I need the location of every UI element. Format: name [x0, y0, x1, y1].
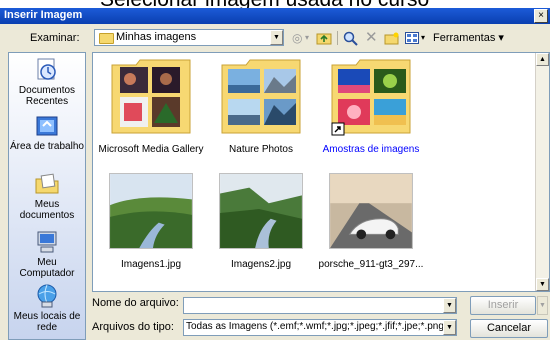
- image-item[interactable]: porsche_911-gt3_297...: [316, 171, 426, 271]
- vertical-scrollbar[interactable]: ▲ ▼: [535, 53, 549, 291]
- my-documents-icon: [35, 173, 59, 194]
- image-item[interactable]: Imagens2.jpg: [206, 171, 316, 271]
- my-computer-icon: [37, 231, 57, 253]
- place-network[interactable]: Meus locais de rede: [9, 283, 85, 333]
- scroll-down-icon[interactable]: ▼: [536, 278, 549, 291]
- folder-icon: [111, 59, 191, 134]
- folder-icon: [331, 59, 411, 136]
- new-folder-icon[interactable]: [384, 29, 400, 47]
- item-label: Imagens1.jpg: [120, 259, 182, 270]
- folder-shortcut-item[interactable]: Amostras de imagens: [316, 57, 426, 157]
- recent-documents-icon: [37, 58, 56, 80]
- place-recent-documents[interactable]: Documentos Recentes: [9, 57, 85, 107]
- lookin-label: Examinar:: [30, 32, 80, 44]
- tools-menu[interactable]: Ferramentas ▾: [433, 29, 504, 47]
- place-label: Área de trabalho: [10, 141, 84, 152]
- folder-item[interactable]: Microsoft Media Gallery: [96, 57, 206, 157]
- place-label: Meus documentos: [19, 199, 75, 221]
- item-label: Microsoft Media Gallery: [98, 144, 204, 155]
- places-bar: Documentos Recentes Área de trabalho Meu…: [8, 52, 86, 340]
- image-thumbnail: [219, 173, 303, 249]
- search-web-icon[interactable]: [343, 29, 358, 47]
- title-bar[interactable]: Inserir Imagem ×: [0, 8, 550, 24]
- chevron-down-icon[interactable]: ▼: [270, 30, 283, 45]
- close-button[interactable]: ×: [534, 9, 548, 23]
- lookin-dropdown[interactable]: Minhas imagens ▼: [94, 29, 284, 46]
- filename-field[interactable]: ▼: [183, 297, 457, 314]
- insert-button[interactable]: Inserir: [470, 296, 536, 315]
- insert-image-dialog: Examinar: Minhas imagens ▼ ◎ ▾ ✕ ▾ Ferra…: [0, 24, 550, 340]
- lookin-value: Minhas imagens: [116, 31, 197, 43]
- delete-icon[interactable]: ✕: [365, 29, 378, 47]
- up-folder-icon[interactable]: [316, 29, 332, 47]
- place-desktop[interactable]: Área de trabalho: [9, 113, 85, 152]
- cancel-button[interactable]: Cancelar: [470, 319, 548, 338]
- image-item[interactable]: Imagens1.jpg: [96, 171, 206, 271]
- place-label: Documentos Recentes: [18, 85, 76, 107]
- chevron-down-icon[interactable]: ▾: [305, 29, 309, 47]
- scroll-up-icon[interactable]: ▲: [536, 53, 549, 66]
- place-label: Meu Computador: [19, 257, 75, 279]
- place-my-documents[interactable]: Meus documentos: [9, 171, 85, 221]
- filetype-label: Arquivos do tipo:: [92, 321, 174, 333]
- filetype-dropdown[interactable]: Todas as Imagens (*.emf;*.wmf;*.jpg;*.jp…: [183, 319, 457, 336]
- window-title: Inserir Imagem: [4, 9, 83, 21]
- insert-options-chevron-icon[interactable]: ▼: [537, 296, 548, 315]
- item-label: Nature Photos: [229, 144, 293, 155]
- folder-item[interactable]: Nature Photos: [206, 57, 316, 157]
- chevron-down-icon[interactable]: ▼: [443, 298, 456, 313]
- place-label: Meus locais de rede: [13, 311, 81, 333]
- folder-icon: [99, 33, 114, 44]
- image-thumbnail: [109, 173, 193, 249]
- tools-menu-label: Ferramentas: [433, 32, 496, 44]
- chevron-down-icon[interactable]: ▾: [421, 29, 425, 47]
- item-label: Imagens2.jpg: [230, 259, 292, 270]
- item-label: porsche_911-gt3_297...: [318, 259, 424, 270]
- folder-icon: [221, 59, 301, 134]
- desktop-icon: [36, 116, 58, 136]
- network-places-icon: [37, 284, 57, 308]
- views-icon[interactable]: [405, 29, 419, 47]
- chevron-down-icon[interactable]: ▼: [443, 320, 456, 335]
- place-my-computer[interactable]: Meu Computador: [9, 229, 85, 279]
- file-list-view[interactable]: Microsoft Media Gallery Nature Photos Am…: [92, 52, 550, 292]
- back-icon[interactable]: ◎: [292, 29, 302, 47]
- filename-label: Nome do arquivo:: [92, 297, 179, 309]
- filetype-value: Todas as Imagens (*.emf;*.wmf;*.jpg;*.jp…: [186, 321, 447, 332]
- item-label: Amostras de imagens: [322, 144, 420, 155]
- image-thumbnail: [329, 173, 413, 249]
